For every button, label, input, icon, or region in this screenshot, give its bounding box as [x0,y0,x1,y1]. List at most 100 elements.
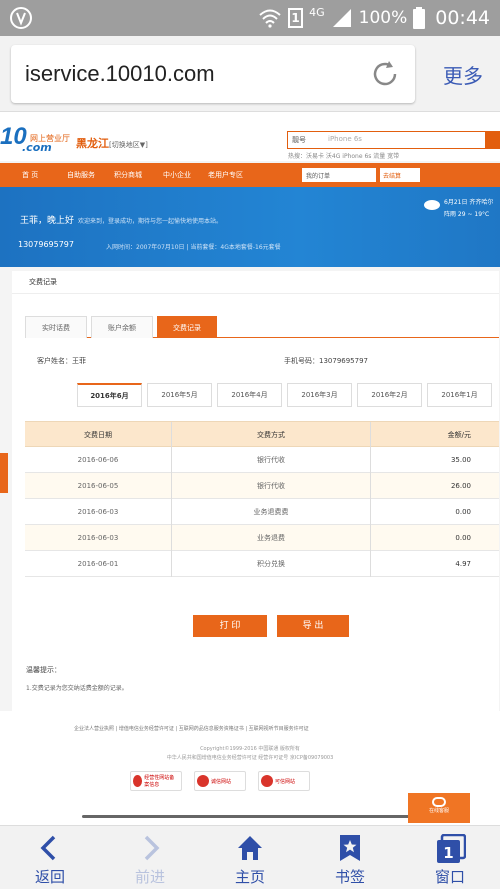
home-button[interactable]: 主页 [200,826,300,889]
home-label: 主页 [234,868,265,886]
tab-realtime-fee[interactable]: 实时话费 [25,316,87,338]
weather-temp: 阵雨 29 ~ 19°C [444,211,490,218]
badge-integrity[interactable]: 诚信网站 [194,771,246,791]
tab-account-balance[interactable]: 账户余额 [91,316,153,338]
hot-words[interactable]: 热搜：沃易卡 沃4G iPhone 6s 流量 宽带 [288,151,399,160]
row-method: 业务退费费 [171,499,371,525]
bookmarks-label: 书签 [334,868,365,886]
main-nav: 首 页 自助服务 积分商城 中小企业 老用户专区 [0,163,500,187]
badge-label: 诚信网站 [211,778,232,785]
forward-arrow-icon [144,835,160,861]
shield-icon [10,7,32,29]
license-info: 中华人民共和国增值电信业务经营许可证 经营许可证号 京ICP备09079003 [166,755,334,761]
payment-record-panel: 交费记录 实时话费 账户余额 交费记录 客户姓名：王菲 手机号码：1307969… [12,271,499,711]
horizontal-scrollbar[interactable] [82,815,418,818]
join-info: 入网时间：2007年07月10日 | 当前套餐：4G本地套餐-16元套餐 [106,244,281,251]
region-name: 黑龙江 [76,137,109,150]
panel-title: 交费记录 [29,278,57,286]
column-header-method: 交费方式 [171,422,371,448]
row-amount: 26.00 [450,482,471,490]
status-bar: 1 4G 100% 00:44 [0,0,500,36]
tips-title: 温馨提示： [26,666,61,674]
customer-name: 客户姓名：王菲 [37,357,86,365]
nav-enterprise[interactable]: 中小企业 [163,170,191,180]
search-button[interactable] [485,132,499,148]
table-row: 2016-06-03 业务退费费 0.00 [25,499,499,525]
side-float-tab[interactable] [0,453,8,493]
nav-self-service[interactable]: 自助服务 [67,170,95,180]
record-tabs: 实时话费 账户余额 交费记录 [25,316,499,338]
site-search[interactable]: 靓号 iPhone 6s [287,131,500,149]
greeting-sub: 欢迎来到，登录成功，期待与您一起愉快地使用本站。 [78,218,223,225]
greeting-name: 王菲，晚上好 [20,216,75,226]
month-tab[interactable]: 2016年3月 [287,383,352,407]
url-field[interactable]: iservice.10010.com [11,45,415,103]
web-page: 10 网上营业厅 .com 黑龙江[切换地区▼] 靓号 iPhone 6s 热搜… [0,113,500,825]
online-service-button[interactable]: 在线客服 [408,793,470,823]
region-switch[interactable]: [切换地区▼] [109,141,148,149]
nav-home[interactable]: 首 页 [22,170,38,180]
row-amount: 0.00 [455,534,471,542]
url-text[interactable]: iservice.10010.com [25,61,215,87]
tab-payment-record[interactable]: 交费记录 [157,316,217,338]
search-category[interactable]: 靓号 [292,135,306,145]
month-tab[interactable]: 2016年6月 [77,383,142,407]
row-date: 2016-06-06 [77,456,119,464]
more-button[interactable]: 更多 [443,60,483,89]
table-row: 2016-06-05 银行代收 26.00 [25,473,499,499]
badge-record[interactable]: 经营性网站备案信息 [130,771,182,791]
back-label: 返回 [34,868,65,886]
month-tab[interactable]: 2016年5月 [147,383,212,407]
nav-old-user[interactable]: 老用户专区 [208,170,243,180]
windows-button[interactable]: 1 窗口 [400,826,500,889]
badge-trusted[interactable]: 可信网站 [258,771,310,791]
search-input[interactable]: iPhone 6s [328,135,362,143]
badge-label: 经营性网站备案信息 [144,775,175,788]
police-badge-icon [133,775,143,787]
month-tab[interactable]: 2016年1月 [427,383,492,407]
divider [12,293,499,294]
windows-label: 窗口 [434,868,465,886]
footer-links[interactable]: 企业法人营业执照 | 增值电信业务经营许可证 | 互联网药品信息服务资格证书 |… [74,725,309,732]
clock: 00:44 [435,7,490,29]
row-date: 2016-06-05 [77,482,119,490]
trust-badges: 经营性网站备案信息 诚信网站 可信网站 [130,771,310,791]
weather-date: 6月21日 齐齐哈尔 [444,199,494,206]
row-date: 2016-06-03 [77,534,119,542]
reload-icon[interactable] [369,58,401,90]
weather-cloud-icon [424,200,440,210]
browser-toolbar: iservice.10010.com 更多 [0,36,500,112]
month-tab[interactable]: 2016年4月 [217,383,282,407]
month-tab[interactable]: 2016年2月 [357,383,422,407]
cart-button[interactable]: 去结算 [380,168,420,182]
column-header-date: 交费日期 [84,431,112,439]
my-orders-dropdown[interactable]: 我的订单 [302,168,376,182]
month-selector: 2016年6月 2016年5月 2016年4月 2016年3月 2016年2月 … [77,383,497,407]
trusted-icon [261,775,273,787]
bookmarks-button[interactable]: 书签 [300,826,400,889]
table-row: 2016-06-03 业务退费 0.00 [25,525,499,551]
export-button[interactable]: 导 出 [277,615,349,637]
weather-widget: 6月21日 齐齐哈尔 阵雨 29 ~ 19°C [420,193,500,227]
row-method: 银行代收 [171,447,371,473]
table-row: 2016-06-06 银行代收 35.00 [25,447,499,473]
chat-label: 在线客服 [428,808,449,814]
greeting: 王菲，晚上好 欢迎来到，登录成功，期待与您一起愉快地使用本站。 [20,213,222,226]
nav-points-mall[interactable]: 积分商城 [114,170,142,180]
back-button[interactable]: 返回 [0,826,100,889]
forward-label: 前进 [134,868,165,886]
battery-icon [413,7,426,29]
user-phone: 13079695797 [18,240,74,249]
site-header: 10 网上营业厅 .com 黑龙江[切换地区▼] 靓号 iPhone 6s 热搜… [0,113,500,161]
forward-button[interactable]: 前进 [100,826,200,889]
chat-bubble-icon [432,797,446,807]
back-arrow-icon [40,835,56,861]
region-selector[interactable]: 黑龙江[切换地区▼] [76,135,148,151]
payment-table: 交费日期 交费方式 金额/元 2016-06-06 银行代收 35.00 201… [25,421,499,577]
print-button[interactable]: 打 印 [193,615,267,637]
wifi-icon [259,9,281,28]
row-date: 2016-06-03 [77,508,119,516]
row-method: 积分兑换 [171,551,371,577]
network-type: 4G [309,5,325,19]
bookmark-star-icon [340,835,360,861]
